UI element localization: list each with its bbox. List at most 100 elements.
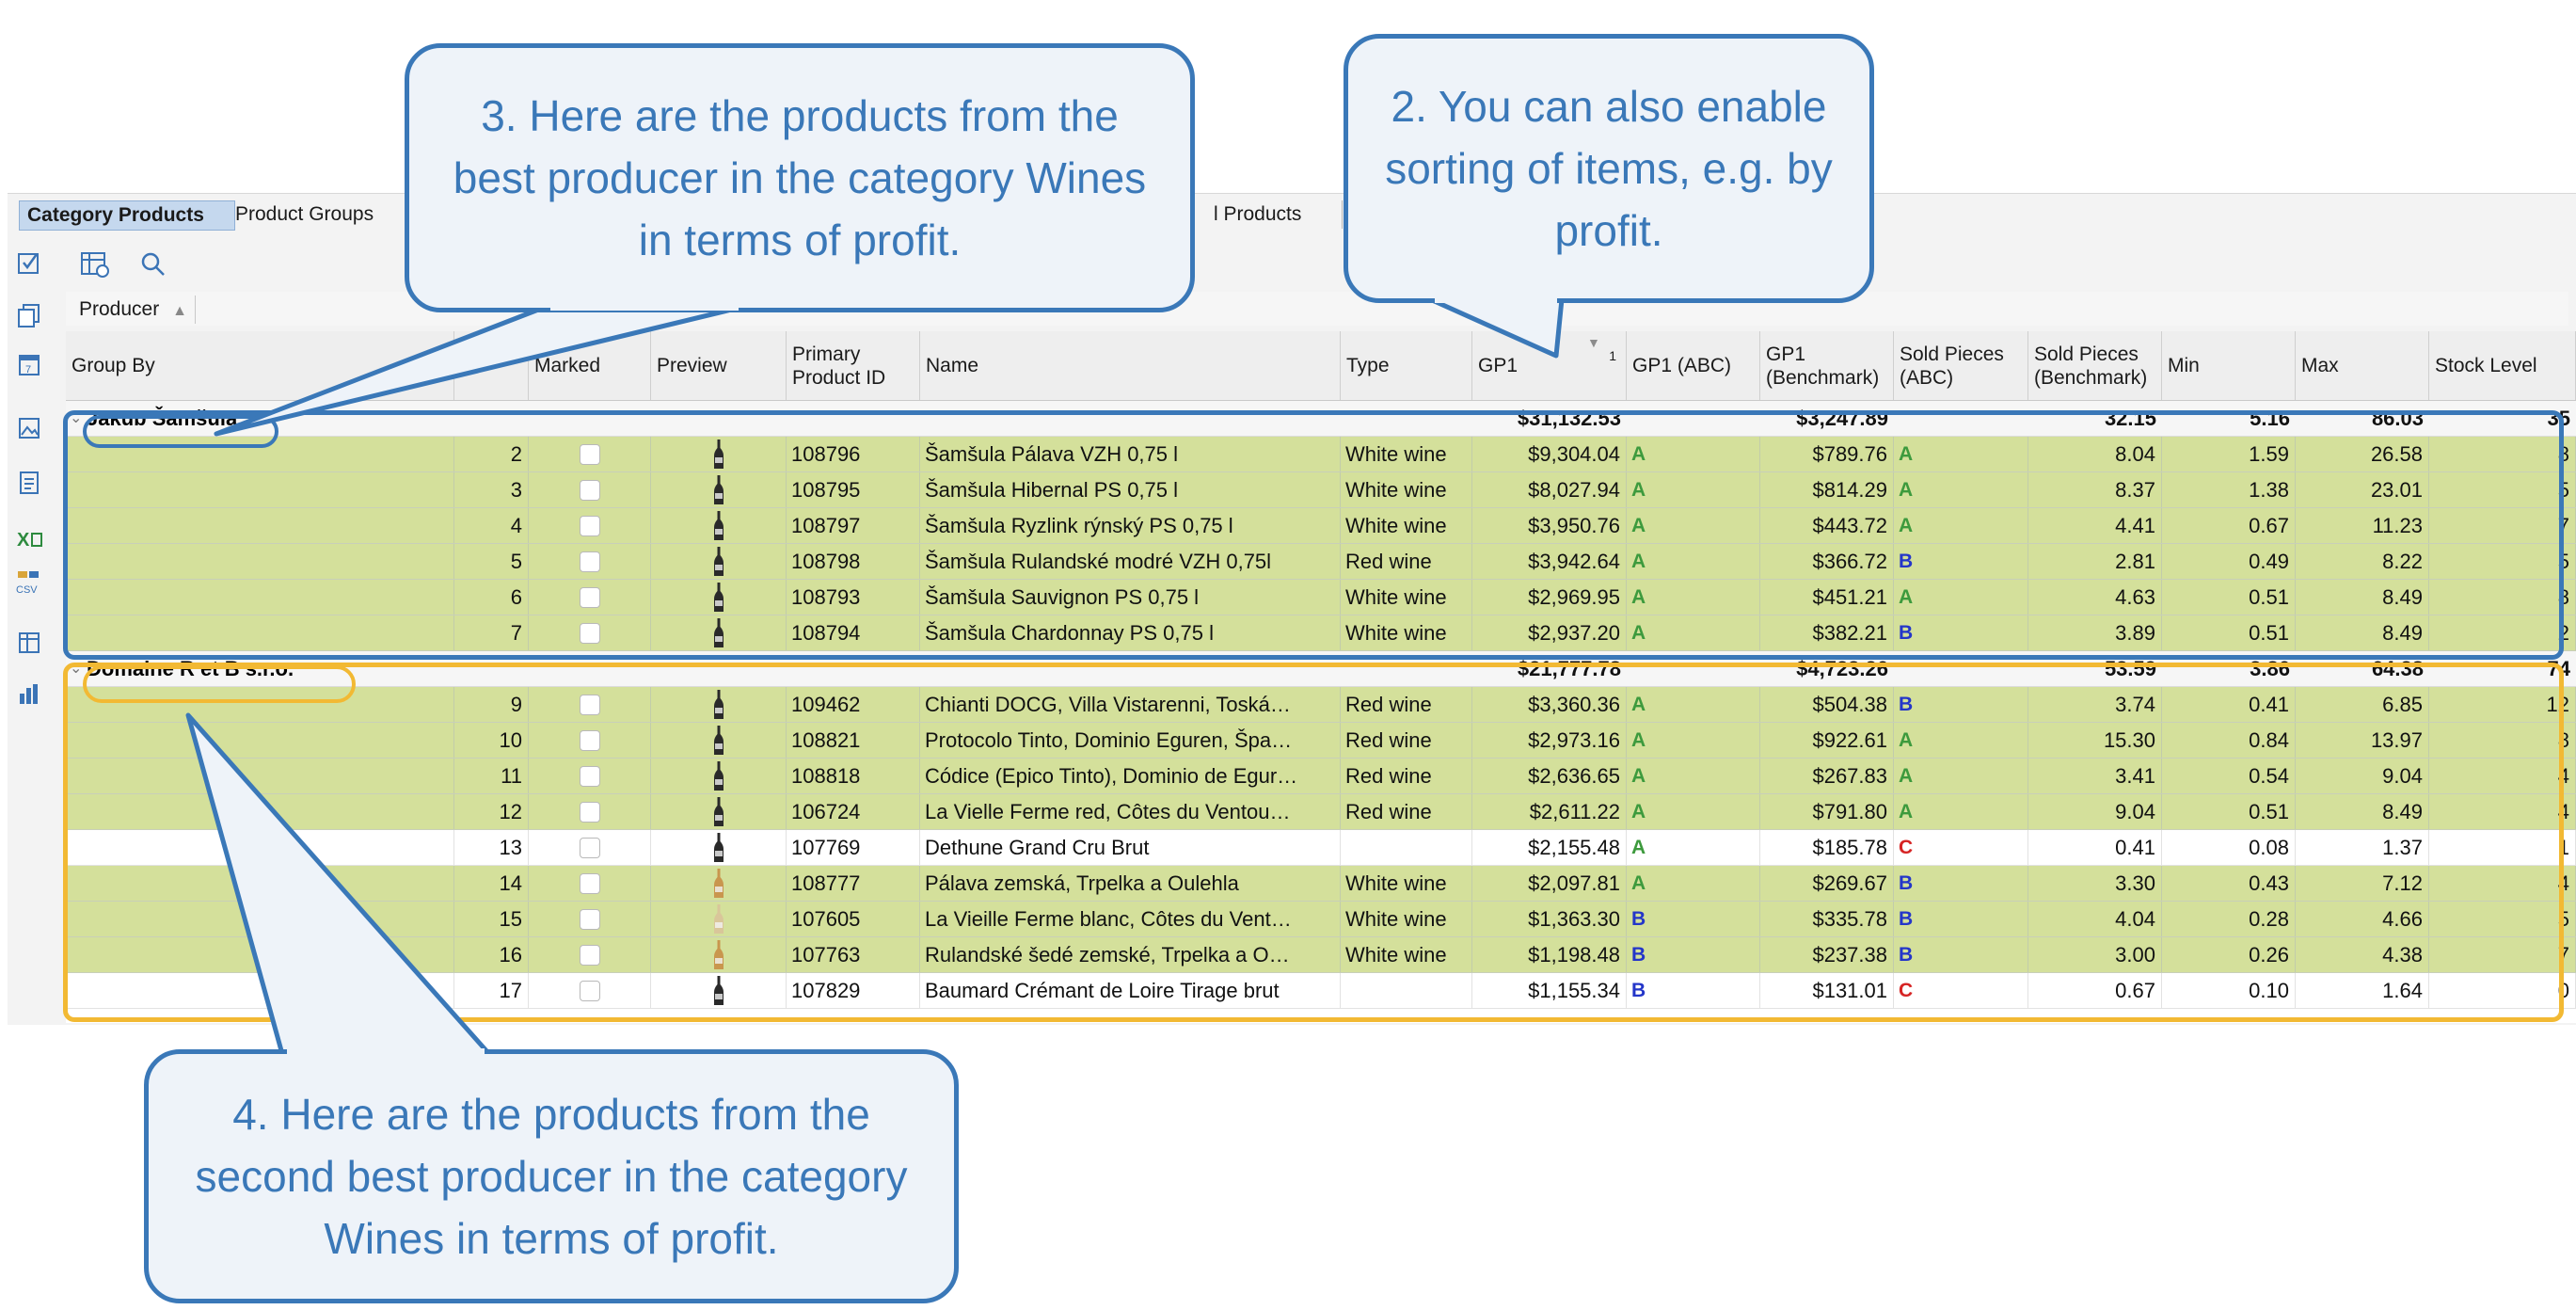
excel-export-icon[interactable]: X — [13, 523, 45, 555]
copy-icon[interactable] — [13, 299, 45, 331]
sort-index: 1 — [1609, 348, 1616, 363]
table-row[interactable]: 11 108818 Códice (Epico Tinto), Dominio de… — [66, 759, 2576, 794]
table-export-icon[interactable] — [13, 627, 45, 659]
table-row[interactable]: 2 108796 Šamšula Pálava VZH 0,75 l White wi… — [66, 437, 2576, 472]
col-row-number[interactable] — [454, 331, 529, 400]
marked-checkbox[interactable] — [579, 622, 600, 644]
col-primary-product-id[interactable]: Primary Product ID — [787, 331, 920, 400]
marked-checkbox[interactable] — [579, 694, 600, 715]
marked-cell — [529, 794, 651, 829]
image-icon[interactable] — [13, 412, 45, 444]
sold-pieces-abc-badge: A — [1894, 437, 2028, 471]
bar-chart-icon[interactable] — [13, 678, 45, 710]
marked-checkbox[interactable] — [579, 837, 600, 858]
col-gp1[interactable]: GP1 1 ▼ — [1472, 331, 1627, 400]
group-row[interactable]: ⌄ Jakub Šamšula $31,132.53 $3,247.89 32.15 5.… — [66, 401, 2576, 437]
preview-cell — [651, 794, 787, 829]
document-icon[interactable] — [13, 467, 45, 499]
col-gp1-benchmark[interactable]: GP1 (Benchmark) — [1760, 331, 1894, 400]
gp1-benchmark: $335.78 — [1760, 902, 1894, 936]
product-name: Šamšula Sauvignon PS 0,75 l — [920, 580, 1341, 615]
marked-checkbox[interactable] — [579, 729, 600, 751]
tab-products[interactable]: l Products — [1206, 200, 1343, 229]
table-row[interactable]: 14 108777 Pálava zemská, Trpelka a Oulehla… — [66, 866, 2576, 902]
table-row[interactable]: 6 108793 Šamšula Sauvignon PS 0,75 l White … — [66, 580, 2576, 615]
group-by-cell — [66, 866, 454, 901]
group-by-cell — [66, 580, 454, 615]
col-group-by[interactable]: Group By — [66, 331, 454, 400]
group-by-cell — [66, 687, 454, 722]
preview-cell — [651, 437, 787, 471]
col-type[interactable]: Type — [1341, 331, 1472, 400]
sort-chip-producer[interactable]: Producer ▲ — [72, 296, 196, 324]
sold-pieces-benchmark: 8.04 — [2028, 437, 2162, 471]
marked-checkbox[interactable] — [579, 479, 600, 501]
collapse-chevron-icon[interactable]: ⌄ — [70, 401, 82, 436]
marked-checkbox[interactable] — [579, 801, 600, 823]
sold-pieces-benchmark: 2.81 — [2028, 544, 2162, 579]
gp1-abc-badge: B — [1627, 902, 1760, 936]
max-value: 8.49 — [2296, 794, 2429, 829]
checklist-icon[interactable] — [13, 247, 45, 279]
marked-checkbox[interactable] — [579, 515, 600, 536]
sold-pieces-abc-badge: B — [1894, 866, 2028, 901]
table-row[interactable]: 4 108797 Šamšula Ryzlink rýnský PS 0,75 lW… — [66, 508, 2576, 544]
product-id: 107769 — [787, 830, 920, 865]
sold-pieces-benchmark: 0.67 — [2028, 973, 2162, 1008]
max-value: 11.23 — [2296, 508, 2429, 543]
group-total-sold-bench: 32.15 — [2104, 407, 2156, 430]
gp1-benchmark: $789.76 — [1760, 437, 1894, 471]
tab-category-products[interactable]: Category Products — [19, 200, 235, 231]
col-max[interactable]: Max — [2296, 331, 2429, 400]
table-row[interactable]: 3 108795 Šamšula Hibernal PS 0,75 l White w… — [66, 472, 2576, 508]
col-sold-pieces-benchmark[interactable]: Sold Pieces (Benchmark) — [2028, 331, 2162, 400]
col-preview[interactable]: Preview — [651, 331, 787, 400]
marked-checkbox[interactable] — [579, 765, 600, 787]
table-row[interactable]: 5 108798 Šamšula Rulandské modré VZH 0,75l… — [66, 544, 2576, 580]
gp1-benchmark: $237.38 — [1760, 937, 1894, 972]
product-name: Šamšula Ryzlink rýnský PS 0,75 l — [920, 508, 1341, 543]
max-value: 4.66 — [2296, 902, 2429, 936]
product-type: White wine — [1341, 937, 1472, 972]
table-row[interactable]: 10 108821 Protocolo Tinto, Dominio Eguren,… — [66, 723, 2576, 759]
table-settings-icon[interactable] — [79, 248, 111, 280]
group-row[interactable]: ⌄ Domaine R et B s.r.o. $21,777.78 $4,723.2… — [66, 651, 2576, 687]
product-id: 108796 — [787, 437, 920, 471]
stock-level: 8 — [2429, 437, 2576, 471]
table-row[interactable]: 9 109462 Chianti DOCG, Villa Vistarenni, T… — [66, 687, 2576, 723]
min-value: 0.28 — [2162, 902, 2296, 936]
marked-cell — [529, 723, 651, 758]
csv-export-icon[interactable]: CSV — [13, 567, 45, 599]
col-name[interactable]: Name — [920, 331, 1341, 400]
sold-pieces-abc-badge: C — [1894, 830, 2028, 865]
col-marked[interactable]: Marked — [529, 331, 651, 400]
marked-checkbox[interactable] — [579, 908, 600, 930]
tab-product-groups[interactable]: Product Groups — [228, 200, 411, 229]
marked-checkbox[interactable] — [579, 980, 600, 1001]
search-icon — [141, 252, 165, 276]
marked-checkbox[interactable] — [579, 551, 600, 572]
table-row[interactable]: 15 107605 La Vieille Ferme blanc, Côtes du… — [66, 902, 2576, 937]
table-row[interactable]: 16 107763 Rulandské šedé zemské, Trpelka a… — [66, 937, 2576, 973]
col-gp1-abc[interactable]: GP1 (ABC) — [1627, 331, 1760, 400]
gp1-benchmark: $443.72 — [1760, 508, 1894, 543]
table-row[interactable]: 7 108794 Šamšula Chardonnay PS 0,75 l White… — [66, 615, 2576, 651]
table-row[interactable]: 13 107769 Dethune Grand Cru Brut $2,155.48 A… — [66, 830, 2576, 866]
marked-checkbox[interactable] — [579, 944, 600, 966]
col-stock-level[interactable]: Stock Level — [2429, 331, 2576, 400]
callout-2: 2. You can also enable sorting of items,… — [1344, 34, 1874, 303]
marked-checkbox[interactable] — [579, 443, 600, 465]
collapse-chevron-icon[interactable]: ⌄ — [70, 651, 82, 686]
table-row[interactable]: 17 107829 Baumard Crémant de Loire Tirage … — [66, 973, 2576, 1009]
marked-checkbox[interactable] — [579, 872, 600, 894]
preview-cell — [651, 508, 787, 543]
col-sold-pieces-abc[interactable]: Sold Pieces (ABC) — [1894, 331, 2028, 400]
calendar-icon[interactable]: 7 — [13, 348, 45, 380]
preview-cell — [651, 544, 787, 579]
min-value: 0.41 — [2162, 687, 2296, 722]
marked-checkbox[interactable] — [579, 586, 600, 608]
col-min[interactable]: Min — [2162, 331, 2296, 400]
sold-pieces-benchmark: 3.74 — [2028, 687, 2162, 722]
app-window: Category Products Product Groups A l Pro… — [8, 193, 2576, 1025]
table-row[interactable]: 12 106724 La Vielle Ferme red, Côtes du Ve… — [66, 794, 2576, 830]
